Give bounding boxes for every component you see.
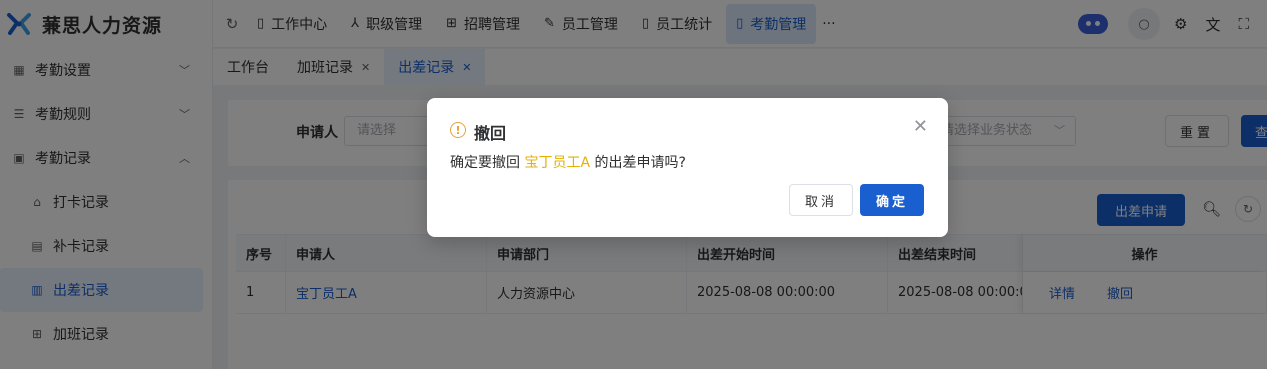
- message-employee-name: 宝丁员工A: [524, 155, 591, 171]
- dialog-message: 确定要撤回 宝丁员工A 的出差申请吗?: [450, 152, 686, 172]
- revoke-confirm-dialog: ! 撤回 ✕ 确定要撤回 宝丁员工A 的出差申请吗? 取消 确定: [427, 98, 948, 237]
- cancel-button[interactable]: 取消: [789, 184, 853, 216]
- message-suffix: 的出差申请吗?: [590, 155, 686, 171]
- close-icon[interactable]: ✕: [913, 116, 928, 137]
- confirm-button[interactable]: 确定: [860, 184, 924, 216]
- dialog-title: 撤回: [474, 124, 507, 143]
- message-prefix: 确定要撤回: [450, 155, 525, 171]
- warning-icon: !: [450, 122, 466, 138]
